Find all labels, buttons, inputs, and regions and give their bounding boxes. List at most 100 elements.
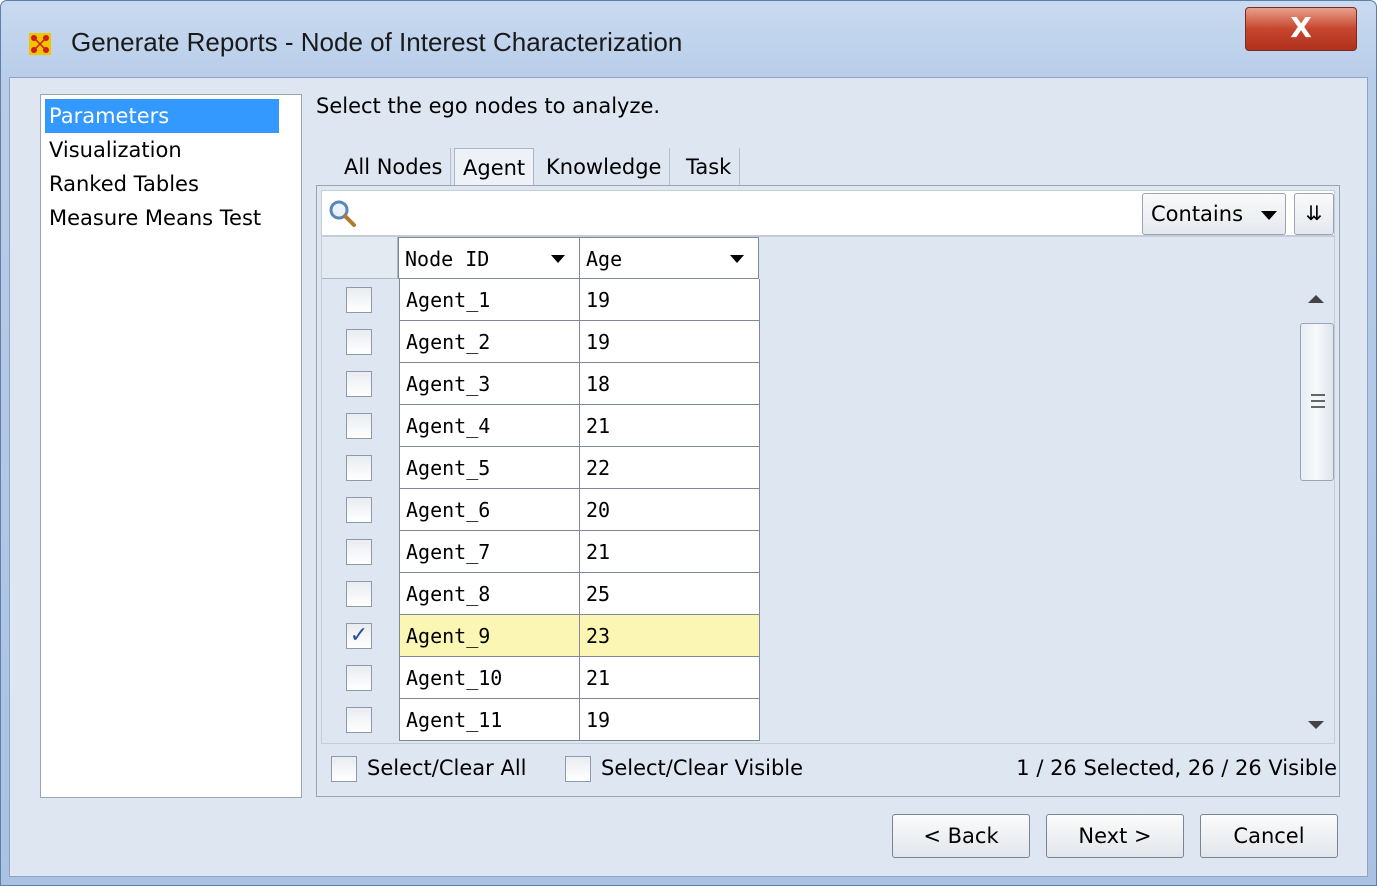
title-bar[interactable]: Generate Reports - Node of Interest Char…	[1, 1, 1376, 77]
row-checkbox[interactable]	[346, 455, 372, 481]
cell-node-id[interactable]: Agent_7	[399, 531, 580, 573]
column-header-node-id[interactable]: Node ID	[398, 237, 580, 279]
row-checkbox[interactable]	[346, 707, 372, 733]
selection-status: 1 / 26 Selected, 26 / 26 Visible	[1016, 756, 1337, 780]
tab-knowledge[interactable]: Knowledge	[538, 148, 671, 186]
cell-node-id[interactable]: Agent_2	[399, 321, 580, 363]
row-checkbox[interactable]: ✓	[346, 623, 372, 649]
row-checkbox-cell	[322, 573, 398, 615]
cell-age[interactable]: 25	[580, 573, 760, 615]
select-visible-checkbox[interactable]	[565, 756, 591, 782]
column-header-label: Age	[586, 247, 623, 271]
cell-age[interactable]: 21	[580, 531, 760, 573]
row-checkbox[interactable]	[346, 581, 372, 607]
cell-node-id[interactable]: Agent_3	[399, 363, 580, 405]
cell-age[interactable]: 21	[580, 657, 760, 699]
row-checkbox-cell	[322, 531, 398, 573]
cell-age[interactable]: 21	[580, 405, 760, 447]
checkmark-icon: ✓	[349, 623, 369, 648]
sidebar-item-parameters[interactable]: Parameters	[45, 99, 279, 133]
cell-node-id[interactable]: Agent_5	[399, 447, 580, 489]
table-row[interactable]: Agent_7 21	[322, 531, 760, 573]
row-checkbox[interactable]	[346, 539, 372, 565]
cell-age[interactable]: 19	[580, 699, 760, 741]
grip-line	[1311, 394, 1325, 396]
sidebar-item-visualization[interactable]: Visualization	[45, 133, 279, 167]
select-visible-label[interactable]: Select/Clear Visible	[601, 756, 803, 780]
vertical-scrollbar[interactable]	[1298, 281, 1334, 743]
cell-age[interactable]: 19	[580, 321, 760, 363]
cell-age[interactable]: 18	[580, 363, 760, 405]
cell-node-id[interactable]: Agent_9	[399, 615, 580, 657]
filter-mode-label: Contains	[1151, 202, 1244, 226]
sidebar-item-measure-means-test[interactable]: Measure Means Test	[45, 201, 279, 235]
cell-node-id[interactable]: Agent_4	[399, 405, 580, 447]
row-checkbox-cell	[322, 489, 398, 531]
cell-age[interactable]: 22	[580, 447, 760, 489]
column-header-age[interactable]: Age	[579, 237, 759, 279]
table-row[interactable]: Agent_1 19	[322, 279, 760, 321]
row-checkbox[interactable]	[346, 413, 372, 439]
chevron-down-icon	[1261, 211, 1277, 220]
window-title: Generate Reports - Node of Interest Char…	[71, 27, 683, 57]
row-checkbox-cell	[322, 405, 398, 447]
close-button[interactable]: X	[1245, 7, 1357, 51]
node-selection-panel: Contains ⇊ Node ID Age Agent_1 19 Agent_2 1…	[316, 185, 1340, 797]
row-checkbox-cell	[322, 699, 398, 741]
table-row[interactable]: Agent_8 25	[322, 573, 760, 615]
table-row[interactable]: Agent_4 21	[322, 405, 760, 447]
row-checkbox[interactable]	[346, 497, 372, 523]
row-checkbox[interactable]	[346, 287, 372, 313]
cell-node-id[interactable]: Agent_10	[399, 657, 580, 699]
select-all-label[interactable]: Select/Clear All	[367, 756, 527, 780]
tab-task[interactable]: Task	[678, 148, 741, 186]
dialog-content: Parameters Visualization Ranked Tables M…	[9, 77, 1368, 877]
table-row[interactable]: ✓ Agent_9 23	[322, 615, 760, 657]
tab-agent[interactable]: Agent	[454, 148, 535, 186]
app-icon	[29, 33, 51, 55]
table-row[interactable]: Agent_5 22	[322, 447, 760, 489]
table-row[interactable]: Agent_10 21	[322, 657, 760, 699]
row-checkbox[interactable]	[346, 329, 372, 355]
select-all-checkbox[interactable]	[331, 756, 357, 782]
cell-node-id[interactable]: Agent_11	[399, 699, 580, 741]
search-icon	[329, 200, 356, 227]
row-checkbox-cell: ✓	[322, 615, 398, 657]
selection-footer: Select/Clear All Select/Clear Visible 1 …	[317, 746, 1339, 792]
expand-options-button[interactable]: ⇊	[1294, 193, 1334, 235]
back-button[interactable]: < Back	[892, 814, 1030, 858]
node-table: Node ID Age Agent_1 19 Agent_2 19 Agent_3 18 A…	[321, 236, 1335, 744]
double-chevron-down-icon: ⇊	[1305, 201, 1323, 225]
grip-line	[1311, 400, 1325, 402]
sort-arrow-icon	[730, 255, 744, 263]
cell-age[interactable]: 19	[580, 279, 760, 321]
sidebar-item-ranked-tables[interactable]: Ranked Tables	[45, 167, 279, 201]
column-header-label: Node ID	[405, 247, 490, 271]
scroll-up-arrow-icon[interactable]	[1308, 295, 1324, 303]
row-checkbox-cell	[322, 321, 398, 363]
cell-node-id[interactable]: Agent_6	[399, 489, 580, 531]
row-checkbox[interactable]	[346, 665, 372, 691]
scroll-thumb[interactable]	[1300, 323, 1334, 481]
filter-mode-dropdown[interactable]: Contains	[1142, 193, 1286, 235]
table-row[interactable]: Agent_2 19	[322, 321, 760, 363]
row-checkbox-cell	[322, 447, 398, 489]
row-checkbox[interactable]	[346, 371, 372, 397]
table-row[interactable]: Agent_6 20	[322, 489, 760, 531]
tab-all-nodes[interactable]: All Nodes	[336, 148, 452, 186]
table-header-checkbox-column	[322, 237, 398, 279]
sort-arrow-icon	[551, 255, 565, 263]
cancel-button[interactable]: Cancel	[1200, 814, 1338, 858]
cell-age[interactable]: 20	[580, 489, 760, 531]
table-row[interactable]: Agent_11 19	[322, 699, 760, 741]
next-button[interactable]: Next >	[1046, 814, 1184, 858]
cell-node-id[interactable]: Agent_1	[399, 279, 580, 321]
instruction-text: Select the ego nodes to analyze.	[316, 94, 661, 118]
sidebar-nav: Parameters Visualization Ranked Tables M…	[40, 94, 302, 798]
cell-node-id[interactable]: Agent_8	[399, 573, 580, 615]
row-checkbox-cell	[322, 279, 398, 321]
scroll-down-arrow-icon[interactable]	[1308, 721, 1324, 729]
search-bar[interactable]: Contains ⇊	[321, 190, 1335, 236]
cell-age[interactable]: 23	[580, 615, 760, 657]
table-row[interactable]: Agent_3 18	[322, 363, 760, 405]
